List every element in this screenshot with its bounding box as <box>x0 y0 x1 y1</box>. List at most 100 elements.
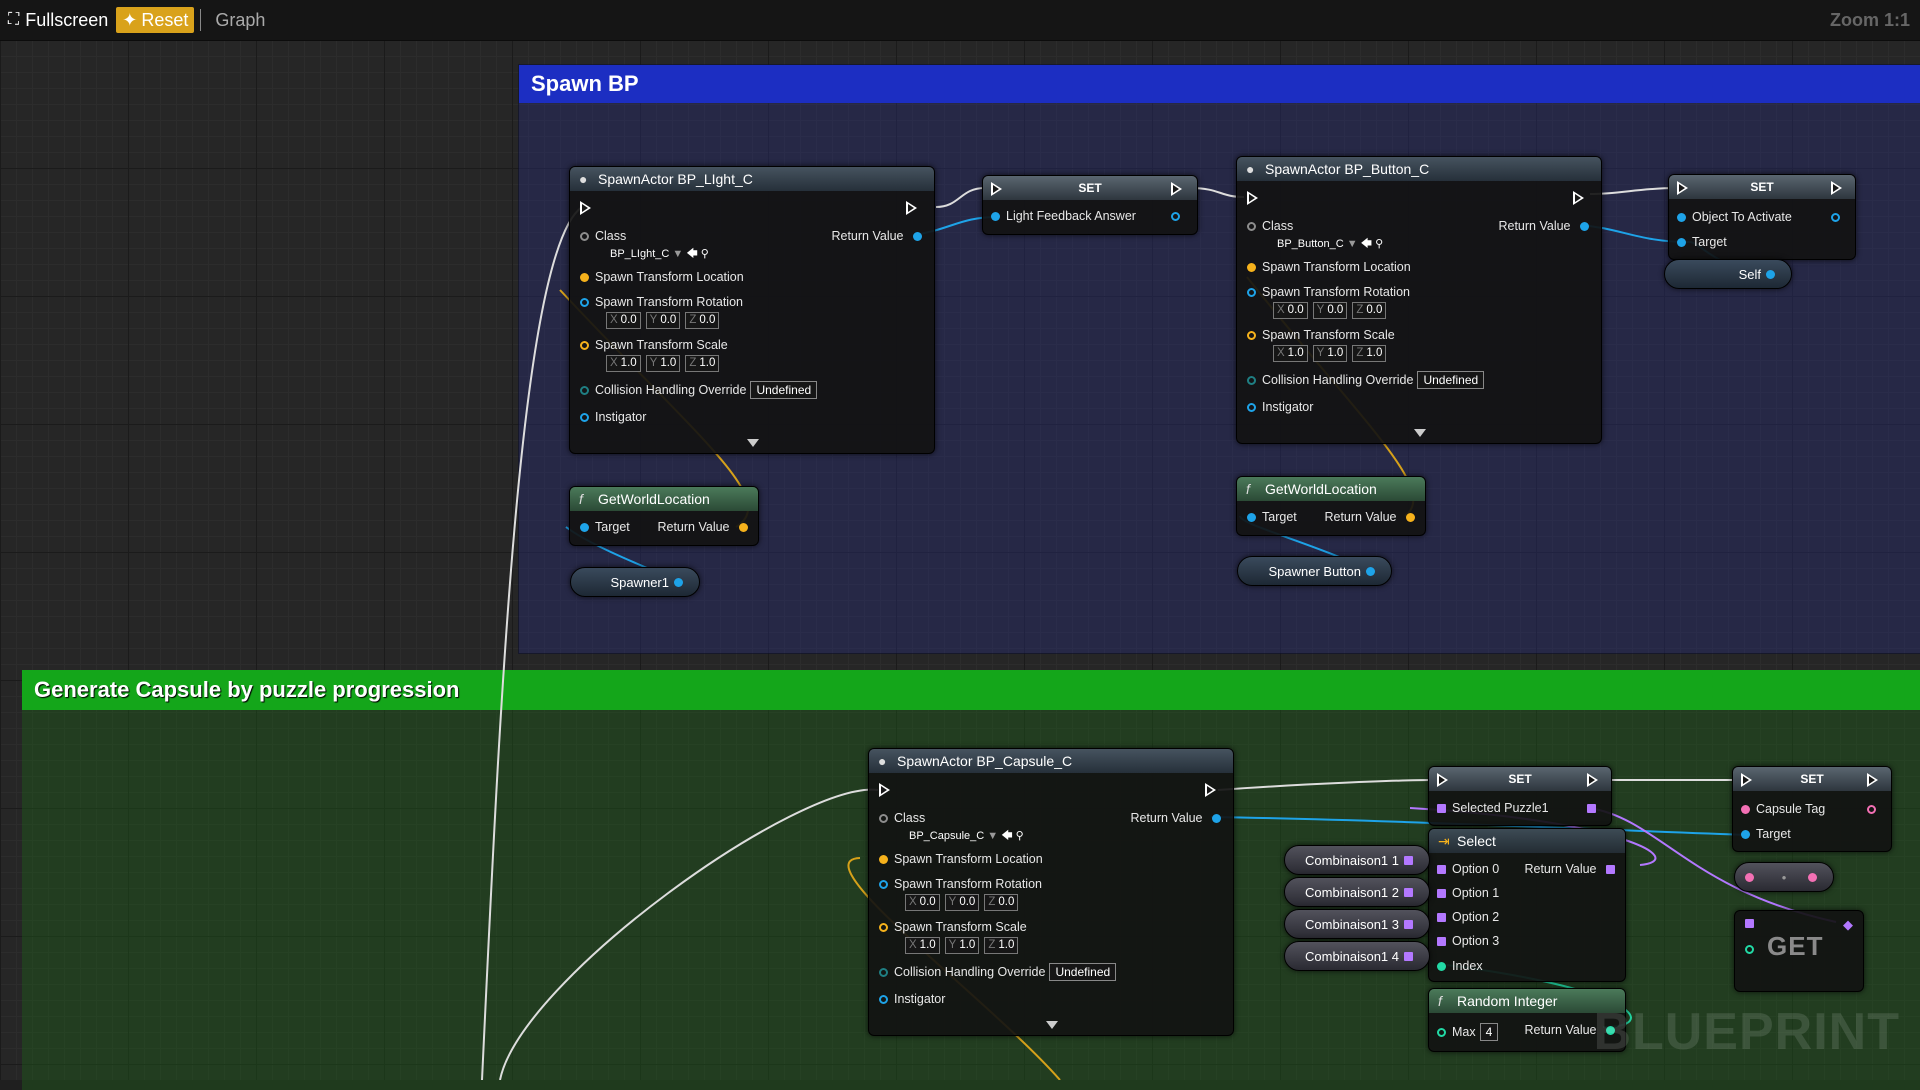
light-feedback-pin[interactable]: Light Feedback Answer <box>991 209 1136 223</box>
set-puzzle-node[interactable]: SET Selected Puzzle1 <box>1428 766 1612 826</box>
scale-input[interactable]: X 1.0 Y 1.0 Z 1.0 <box>1273 345 1387 362</box>
spawner-button-node[interactable]: Spawner Button <box>1237 556 1392 586</box>
target-pin[interactable]: Target <box>580 520 630 534</box>
return-value-pin[interactable]: Return Value <box>1524 862 1615 876</box>
instigator-pin[interactable]: Instigator <box>1247 400 1313 414</box>
max-input[interactable]: 4 <box>1479 1023 1499 1041</box>
location-pin[interactable]: Spawn Transform Location <box>879 852 1043 866</box>
browse-icon[interactable]: ⚲ <box>1016 830 1024 842</box>
option-0-pin[interactable]: Option 0 <box>1437 862 1499 876</box>
exec-in-pin[interactable] <box>1247 191 1258 205</box>
collision-pin[interactable]: Collision Handling Override Undefined <box>580 381 818 399</box>
option-1-pin[interactable]: Option 1 <box>1437 886 1499 900</box>
output-pin[interactable] <box>1831 210 1846 224</box>
instigator-pin[interactable]: Instigator <box>879 992 945 1006</box>
collision-select[interactable]: Undefined <box>1417 371 1485 389</box>
rotation-input[interactable]: X 0.0 Y 0.0 Z 0.0 <box>606 312 720 329</box>
exec-out-pin[interactable] <box>1205 783 1216 797</box>
set-object-node[interactable]: SET Object To Activate Target <box>1668 174 1856 260</box>
graph-tab[interactable]: Graph <box>207 7 273 33</box>
exec-out-pin[interactable] <box>1587 773 1598 787</box>
browse-icon[interactable]: ⚲ <box>701 248 709 260</box>
return-value-pin[interactable]: Return Value <box>1130 811 1221 825</box>
exec-out-pin[interactable] <box>1831 181 1842 195</box>
exec-in-pin[interactable] <box>1677 181 1688 195</box>
scale-pin[interactable]: Spawn Transform Scale <box>580 338 728 352</box>
conversion-node[interactable]: • <box>1734 862 1834 892</box>
use-selected-icon[interactable]: 🡄 <box>686 248 697 260</box>
option-2-pin[interactable]: Option 2 <box>1437 910 1499 924</box>
advanced-expand-icon[interactable] <box>747 439 759 447</box>
exec-out-pin[interactable] <box>1171 182 1182 196</box>
self-node[interactable]: Self <box>1664 259 1792 289</box>
spawn-button-node[interactable]: ● SpawnActor BP_Button_C Class BP_Button_… <box>1236 156 1602 444</box>
exec-in-pin[interactable] <box>1437 773 1448 787</box>
rotation-input[interactable]: X 0.0 Y 0.0 Z 0.0 <box>1273 302 1387 319</box>
class-select[interactable]: BP_Button_C ▼ 🡄 ⚲ <box>1277 235 1383 254</box>
class-pin[interactable]: Class <box>879 811 925 825</box>
get-world-location-node[interactable]: f GetWorldLocation Target Return Value <box>569 486 759 546</box>
advanced-expand-icon[interactable] <box>1414 429 1426 437</box>
scale-input[interactable]: X 1.0 Y 1.0 Z 1.0 <box>606 355 720 372</box>
scale-pin[interactable]: Spawn Transform Scale <box>879 920 1027 934</box>
set-light-node[interactable]: SET Light Feedback Answer <box>982 175 1198 235</box>
output-pin[interactable] <box>1171 209 1186 223</box>
collision-pin[interactable]: Collision Handling Override Undefined <box>1247 371 1485 389</box>
reset-button[interactable]: ✦ Reset <box>116 7 195 33</box>
class-select[interactable]: BP_LIght_C ▼ 🡄 ⚲ <box>610 245 709 264</box>
target-pin[interactable]: Target <box>1741 827 1791 841</box>
selected-puzzle-pin[interactable]: Selected Puzzle1 <box>1437 801 1549 815</box>
combinaison-3-node[interactable]: Combinaison1 3 <box>1284 909 1430 939</box>
scale-pin[interactable]: Spawn Transform Scale <box>1247 328 1395 342</box>
select-node[interactable]: ⇥ Select Option 0 Return Value Option 1 O… <box>1428 828 1626 982</box>
collision-pin[interactable]: Collision Handling Override Undefined <box>879 963 1117 981</box>
exec-in-pin[interactable] <box>879 783 890 797</box>
use-selected-icon[interactable]: 🡄 <box>1361 238 1372 250</box>
exec-in-pin[interactable] <box>580 201 591 215</box>
object-to-activate-pin[interactable]: Object To Activate <box>1677 210 1792 224</box>
exec-in-pin[interactable] <box>991 182 1002 196</box>
return-value-pin[interactable]: Return Value <box>1498 219 1589 233</box>
output-pin[interactable] <box>1587 801 1602 815</box>
exec-out-pin[interactable] <box>906 201 917 215</box>
class-select[interactable]: BP_Capsule_C ▼ 🡄 ⚲ <box>909 827 1024 846</box>
max-pin[interactable]: Max 4 <box>1437 1023 1499 1041</box>
output-pin[interactable] <box>1867 802 1882 816</box>
combinaison-2-node[interactable]: Combinaison1 2 <box>1284 877 1430 907</box>
class-pin[interactable]: Class <box>580 229 626 243</box>
rotation-pin[interactable]: Spawn Transform Rotation <box>580 295 743 309</box>
spawn-capsule-node[interactable]: ● SpawnActor BP_Capsule_C Class BP_Capsul… <box>868 748 1234 1036</box>
target-pin[interactable]: Target <box>1677 235 1727 249</box>
return-value-pin[interactable]: Return Value <box>657 520 748 534</box>
class-pin[interactable]: Class <box>1247 219 1293 233</box>
combinaison-4-node[interactable]: Combinaison1 4 <box>1284 941 1430 971</box>
spawn-light-node[interactable]: ● SpawnActor BP_LIght_C Class BP_LIght_C … <box>569 166 935 454</box>
use-selected-icon[interactable]: 🡄 <box>1001 830 1012 842</box>
location-pin[interactable]: Spawn Transform Location <box>580 270 744 284</box>
target-pin[interactable]: Target <box>1247 510 1297 524</box>
spawner1-node[interactable]: Spawner1 <box>570 567 700 597</box>
set-capsule-tag-node[interactable]: SET Capsule Tag Target <box>1732 766 1892 852</box>
browse-icon[interactable]: ⚲ <box>1375 238 1383 250</box>
advanced-expand-icon[interactable] <box>1046 1021 1058 1029</box>
option-3-pin[interactable]: Option 3 <box>1437 934 1499 948</box>
exec-out-pin[interactable] <box>1573 191 1584 205</box>
rotation-pin[interactable]: Spawn Transform Rotation <box>1247 285 1410 299</box>
return-value-pin[interactable]: Return Value <box>1324 510 1415 524</box>
combinaison-1-node[interactable]: Combinaison1 1 <box>1284 845 1430 875</box>
capsule-tag-pin[interactable]: Capsule Tag <box>1741 802 1825 816</box>
exec-out-pin[interactable] <box>1867 773 1878 787</box>
rotation-input[interactable]: X 0.0 Y 0.0 Z 0.0 <box>905 894 1019 911</box>
exec-in-pin[interactable] <box>1741 773 1752 787</box>
get-array-node[interactable]: GET ◆ <box>1734 910 1864 992</box>
location-pin[interactable]: Spawn Transform Location <box>1247 260 1411 274</box>
rotation-pin[interactable]: Spawn Transform Rotation <box>879 877 1042 891</box>
index-pin[interactable]: Index <box>1437 959 1483 973</box>
fullscreen-button[interactable]: ⛶ Fullscreen <box>0 7 116 33</box>
get-world-location-node[interactable]: f GetWorldLocation Target Return Value <box>1236 476 1426 536</box>
collision-select[interactable]: Undefined <box>750 381 818 399</box>
scale-input[interactable]: X 1.0 Y 1.0 Z 1.0 <box>905 937 1019 954</box>
collision-select[interactable]: Undefined <box>1049 963 1117 981</box>
instigator-pin[interactable]: Instigator <box>580 410 646 424</box>
return-value-pin[interactable]: Return Value <box>831 229 922 243</box>
